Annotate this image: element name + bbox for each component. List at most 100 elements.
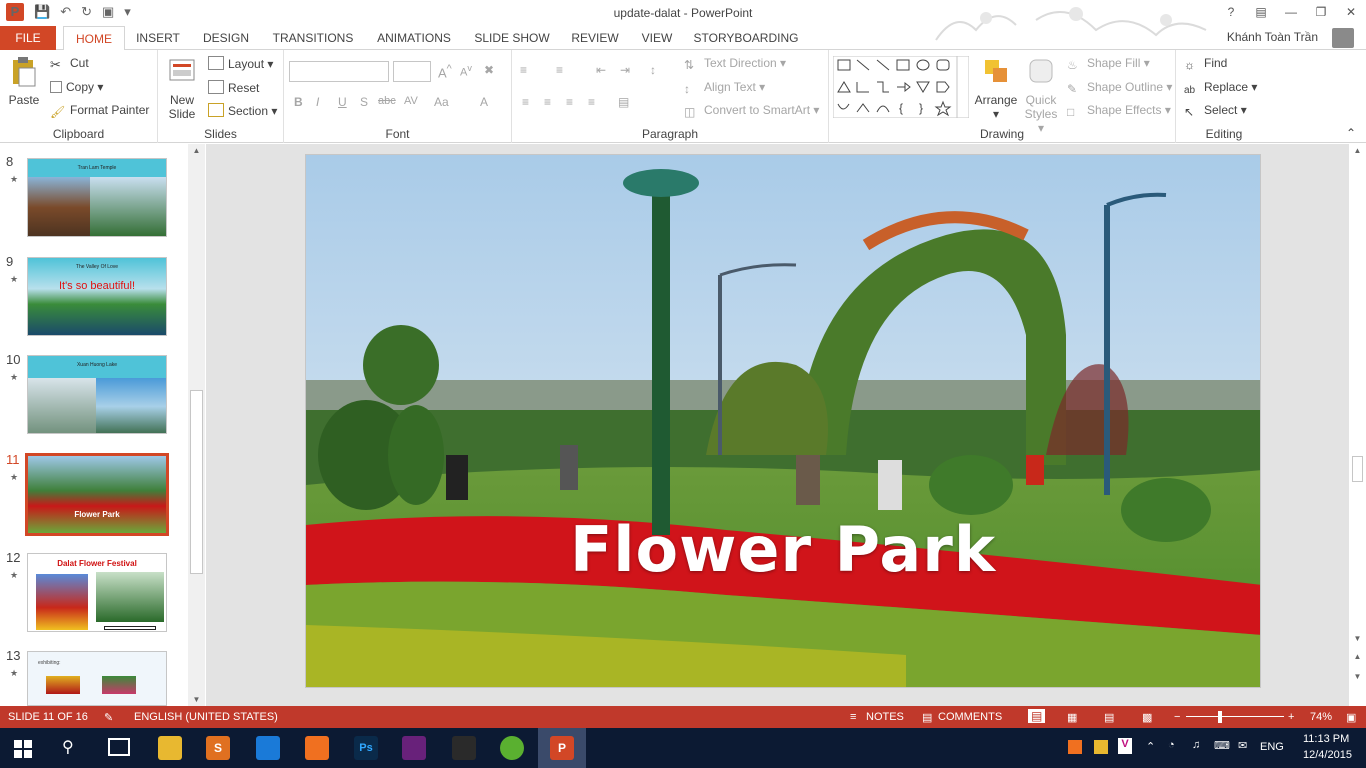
next-slide-icon[interactable]: ▼ (1349, 672, 1366, 681)
tab-transitions[interactable]: TRANSITIONS (268, 26, 358, 50)
tab-design[interactable]: DESIGN (198, 26, 254, 50)
clock-time[interactable]: 11:13 PM (1303, 733, 1349, 745)
comments-button[interactable]: COMMENTS (938, 711, 1002, 723)
format-painter-button[interactable]: 🖌 Format Painter (50, 103, 149, 119)
convert-smartart-button[interactable]: ◫ Convert to SmartArt ▾ (684, 103, 819, 119)
thumbnail-slide-13[interactable]: exhibiting: (27, 651, 167, 706)
ribbon-display-icon[interactable]: ▤ (1246, 0, 1276, 24)
bullets-icon[interactable]: ≡ (520, 63, 527, 77)
tray-app-icon[interactable] (1094, 740, 1108, 754)
shape-effects-button[interactable]: □ Shape Effects ▾ (1067, 103, 1171, 119)
new-slide-button[interactable]: New Slide (164, 56, 200, 121)
language-indicator[interactable]: ENGLISH (UNITED STATES) (134, 711, 278, 723)
clock-date[interactable]: 12/4/2015 (1303, 749, 1352, 761)
text-direction-button[interactable]: ⇅ Text Direction ▾ (684, 56, 786, 72)
find-button[interactable]: ☼ Find (1184, 56, 1227, 72)
visual-studio-icon[interactable] (402, 736, 426, 760)
shrink-font-icon[interactable]: Av (460, 63, 472, 79)
zoom-level[interactable]: 74% (1310, 711, 1332, 723)
shapes-gallery[interactable]: {} (833, 56, 969, 118)
help-icon[interactable]: ? (1216, 0, 1246, 24)
thumbnails-scroll-thumb[interactable] (190, 390, 203, 574)
normal-view-icon[interactable]: ▤ (1028, 709, 1046, 723)
columns-icon[interactable]: ▤ (618, 95, 629, 109)
close-button[interactable]: ✕ (1336, 0, 1366, 24)
collapse-ribbon-icon[interactable]: ⌃ (1346, 126, 1356, 140)
font-color-icon[interactable]: A (480, 95, 488, 109)
zoom-in-icon[interactable]: + (1288, 711, 1294, 723)
tab-view[interactable]: VIEW (637, 26, 677, 50)
reset-button[interactable]: Reset (208, 80, 259, 95)
thumbnail-slide-8[interactable]: Tran Lam Temple (27, 158, 167, 237)
slideshow-icon[interactable]: ▩ (1142, 711, 1152, 724)
decrease-indent-icon[interactable]: ⇤ (596, 63, 606, 77)
tab-storyboarding[interactable]: STORYBOARDING (692, 26, 800, 50)
strikethrough-icon[interactable]: abc (378, 95, 396, 107)
avatar[interactable] (1332, 28, 1354, 48)
task-view-icon[interactable] (108, 738, 130, 756)
wifi-icon[interactable]: ◔ (1168, 739, 1175, 751)
zoom-slider-thumb[interactable] (1218, 711, 1222, 723)
notifications-icon[interactable]: ✉ (1238, 739, 1247, 752)
thumbnail-slide-12[interactable]: Dalat Flower Festival (27, 553, 167, 632)
fit-to-window-icon[interactable]: ▣ (1346, 711, 1356, 724)
input-language[interactable]: ENG (1260, 741, 1284, 753)
edge-shark-icon[interactable] (256, 736, 280, 760)
powerpoint-taskbar-icon[interactable]: P (550, 736, 574, 760)
previous-slide-icon[interactable]: ▲ (1349, 652, 1366, 661)
replace-button[interactable]: ab Replace ▾ (1184, 80, 1257, 99)
bold-icon[interactable]: B (294, 95, 303, 109)
arrange-button[interactable]: Arrange ▾ (973, 56, 1019, 121)
shadow-icon[interactable]: S (360, 95, 368, 109)
thumbnail-slide-10[interactable]: Xuan Huong Lake (27, 355, 167, 434)
underline-icon[interactable]: U (338, 95, 347, 109)
character-spacing-icon[interactable]: AV (404, 95, 418, 107)
scroll-down-icon[interactable]: ▼ (188, 695, 205, 704)
app-icon[interactable] (500, 736, 524, 760)
thumbnail-slide-11[interactable]: Flower Park (25, 453, 169, 536)
tab-insert[interactable]: INSERT (133, 26, 183, 50)
scroll-up-icon[interactable]: ▲ (188, 146, 205, 155)
shape-fill-button[interactable]: ♨ Shape Fill ▾ (1067, 56, 1150, 72)
align-text-button[interactable]: ↕ Align Text ▾ (684, 80, 765, 96)
user-name[interactable]: Khánh Toàn Trần (1227, 30, 1318, 44)
tray-v-icon[interactable]: V (1118, 738, 1132, 754)
align-center-icon[interactable]: ≡ (544, 95, 551, 109)
notes-button[interactable]: NOTES (866, 711, 904, 723)
zoom-slider[interactable] (1186, 716, 1284, 717)
sublime-text-icon[interactable]: S (206, 736, 230, 760)
slide-title[interactable]: Flower Park (306, 513, 1260, 586)
volume-icon[interactable]: ♫ (1192, 739, 1200, 751)
quick-styles-button[interactable]: Quick Styles ▾ (1021, 56, 1061, 135)
editor-scrollbar[interactable]: ▲ ▼ ▲ ▼ (1349, 144, 1366, 706)
font-family-combo[interactable] (289, 61, 389, 82)
tray-xampp-icon[interactable] (1068, 740, 1082, 754)
photoshop-icon[interactable]: Ps (354, 736, 378, 760)
thumbnails-scrollbar[interactable]: ▲ ▼ (188, 144, 205, 706)
grow-font-icon[interactable]: A^ (438, 63, 452, 80)
section-button[interactable]: Section ▾ (208, 103, 277, 118)
copy-button[interactable]: Copy ▾ (50, 80, 103, 94)
justify-icon[interactable]: ≡ (588, 95, 595, 109)
editor-scroll-thumb[interactable] (1352, 456, 1363, 482)
font-size-combo[interactable] (393, 61, 431, 82)
layout-button[interactable]: Layout ▾ (208, 56, 273, 71)
slide-counter[interactable]: SLIDE 11 OF 16 (8, 711, 88, 723)
tab-file[interactable]: FILE (0, 26, 56, 50)
file-explorer-icon[interactable] (158, 736, 182, 760)
tab-animations[interactable]: ANIMATIONS (372, 26, 456, 50)
scroll-down-icon[interactable]: ▼ (1349, 634, 1366, 643)
italic-icon[interactable]: I (316, 95, 319, 109)
increase-indent-icon[interactable]: ⇥ (620, 63, 630, 77)
align-right-icon[interactable]: ≡ (566, 95, 573, 109)
minimize-button[interactable]: — (1276, 0, 1306, 24)
clear-format-icon[interactable]: ✖ (484, 63, 494, 77)
windows-start-icon[interactable] (14, 740, 32, 758)
numbering-icon[interactable]: ≡ (556, 63, 563, 77)
scroll-up-icon[interactable]: ▲ (1349, 146, 1366, 155)
cut-button[interactable]: ✂ Cut (50, 56, 89, 72)
spellcheck-icon[interactable]: ✎ (104, 711, 113, 724)
tools-icon[interactable] (452, 736, 476, 760)
keyboard-icon[interactable]: ⌨ (1214, 739, 1230, 752)
tray-chevron-icon[interactable]: ⌃ (1146, 740, 1155, 753)
